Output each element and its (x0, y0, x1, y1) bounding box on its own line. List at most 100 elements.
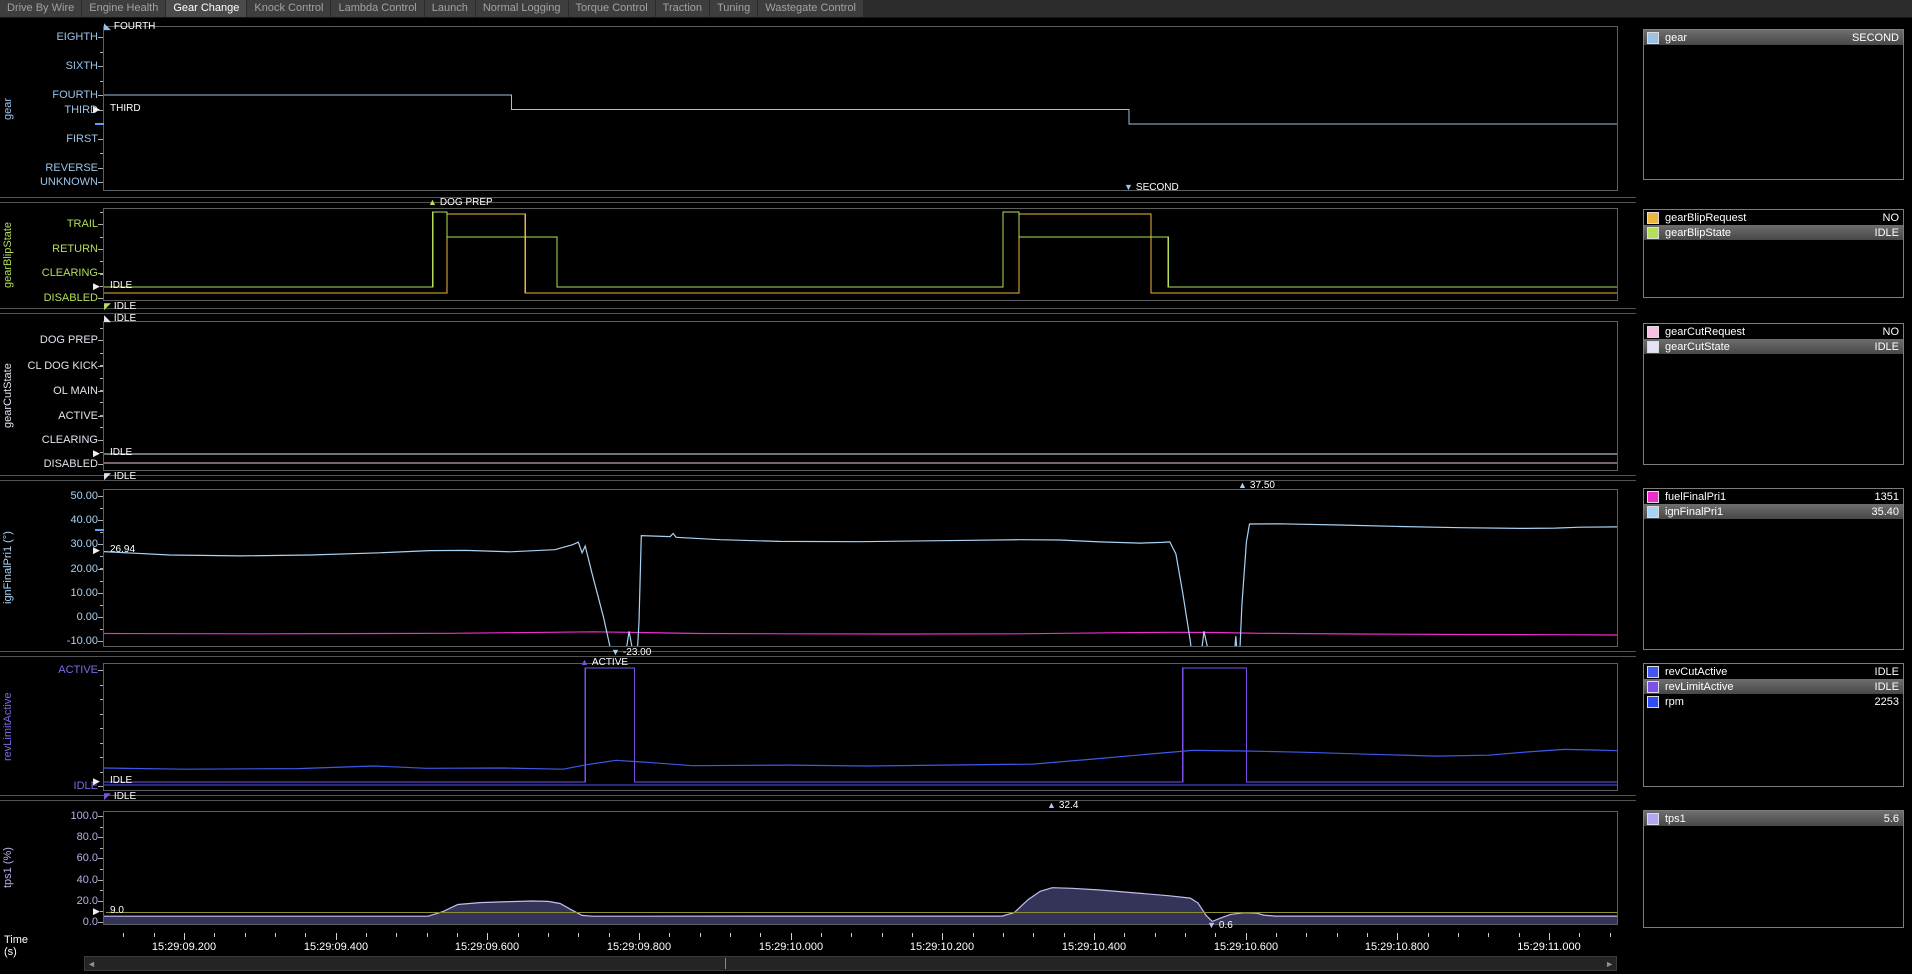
series-swatch-icon (1647, 813, 1659, 825)
tick-label-gear: REVERSE (14, 162, 98, 174)
plot-area-revLimitActive[interactable] (104, 664, 1617, 790)
tick-label-gearBlipState: DISABLED (14, 292, 98, 304)
plot-area-gearCutState[interactable] (104, 322, 1617, 470)
tick-label-gear: EIGHTH (14, 31, 98, 43)
legend-row-gearCutRequest[interactable]: gearCutRequestNO (1644, 324, 1903, 339)
tick-label-gearCutState: CLEARING (14, 434, 98, 446)
tick-label-gearCutState: CL DOG KICK (14, 360, 98, 372)
plot-area-ignFinalPri1[interactable] (104, 490, 1617, 646)
series-name: revCutActive (1665, 666, 1875, 678)
legend-row-gear[interactable]: gearSECOND (1644, 30, 1903, 45)
legend-row-gearBlipRequest[interactable]: gearBlipRequestNO (1644, 210, 1903, 225)
tab-knock-control[interactable]: Knock Control (247, 0, 330, 17)
series-name: gearBlipState (1665, 227, 1875, 239)
tab-normal-logging[interactable]: Normal Logging (476, 0, 568, 17)
min-marker-gearCutState: ◤IDLE (104, 471, 136, 482)
cursor-value-ignFinalPri1: 26.94 (110, 544, 135, 555)
legend-row-revCutActive[interactable]: revCutActiveIDLE (1644, 664, 1903, 679)
time-tick (214, 933, 215, 937)
time-tick (154, 933, 155, 937)
tab-torque-control[interactable]: Torque Control (569, 0, 655, 17)
series-name: tps1 (1665, 813, 1884, 825)
time-tick-label: 15:29:10.600 (1214, 941, 1278, 953)
tab-bar: Drive By WireEngine HealthGear ChangeKno… (0, 0, 1912, 18)
tab-drive-by-wire[interactable]: Drive By Wire (0, 0, 81, 17)
time-tick (1215, 933, 1216, 937)
tick-label-revLimitActive: IDLE (14, 780, 98, 792)
tab-engine-health[interactable]: Engine Health (82, 0, 165, 17)
app-window: Drive By WireEngine HealthGear ChangeKno… (0, 0, 1912, 974)
time-tick (487, 933, 488, 940)
current-value-tick (95, 123, 104, 125)
time-tick-label: 15:29:09.200 (152, 941, 216, 953)
time-tick-label: 15:29:09.600 (455, 941, 519, 953)
series-swatch-icon (1647, 341, 1659, 353)
time-tick (1488, 933, 1489, 937)
series-name: gearBlipRequest (1665, 212, 1883, 224)
time-tick (1337, 933, 1338, 937)
scrollbar-thumb-edge[interactable] (725, 958, 726, 969)
plot-area-gear[interactable] (104, 27, 1617, 190)
legend-row-ignFinalPri1[interactable]: ignFinalPri135.40 (1644, 504, 1903, 519)
panel-separator (0, 795, 1636, 801)
legend-row-revLimitActive[interactable]: revLimitActiveIDLE (1644, 679, 1903, 694)
axis-title-tps1: tps1 (%) (0, 812, 16, 924)
time-tick (1124, 933, 1125, 937)
series-value: NO (1883, 212, 1900, 224)
min-marker-revLimitActive: ◤IDLE (104, 791, 136, 802)
time-tick-label: 15:29:10.200 (910, 941, 974, 953)
scroll-left-icon[interactable]: ◄ (87, 958, 96, 971)
time-tick (336, 933, 337, 940)
time-tick (1003, 933, 1004, 937)
series-name: ignFinalPri1 (1665, 506, 1871, 518)
tab-gear-change[interactable]: Gear Change (166, 0, 246, 17)
tab-launch[interactable]: Launch (425, 0, 475, 17)
plot-area-tps1[interactable] (104, 812, 1617, 924)
time-tick (457, 933, 458, 937)
time-tick (1610, 933, 1611, 937)
horizontal-scrollbar[interactable]: ◄ ► (84, 956, 1617, 971)
series-value: SECOND (1852, 32, 1899, 44)
tick-label-gearCutState: OL MAIN (14, 385, 98, 397)
time-tick-label: 15:29:09.800 (607, 941, 671, 953)
tab-wastegate-control[interactable]: Wastegate Control (758, 0, 863, 17)
time-tick (396, 933, 397, 937)
tab-lambda-control[interactable]: Lambda Control (331, 0, 423, 17)
tick-label-gear: UNKNOWN (14, 176, 98, 188)
tab-traction[interactable]: Traction (656, 0, 709, 17)
cursor-arrow-revLimitActive: ▶ (93, 776, 100, 786)
tick-label-gearCutState: DISABLED (14, 458, 98, 470)
tick-label-tps1: 40.0 (14, 874, 98, 886)
time-tick (1458, 933, 1459, 937)
tick-label-gearCutState: DOG PREP (14, 334, 98, 346)
time-tick (305, 933, 306, 937)
legend-row-fuelFinalPri1[interactable]: fuelFinalPri11351 (1644, 489, 1903, 504)
plot-area-gearBlipState[interactable] (104, 209, 1617, 300)
panel-separator (0, 308, 1636, 314)
legend-row-rpm[interactable]: rpm2253 (1644, 694, 1903, 709)
series-swatch-icon (1647, 666, 1659, 678)
tick-label-tps1: 20.0 (14, 895, 98, 907)
time-tick (912, 933, 913, 937)
max-marker-revLimitActive: ▲ACTIVE (580, 657, 628, 668)
cursor-arrow-ignFinalPri1: ▶ (93, 545, 100, 555)
tick-label-gearCutState: ACTIVE (14, 410, 98, 422)
time-tick-label: 15:29:10.800 (1365, 941, 1429, 953)
legend-row-gearBlipState[interactable]: gearBlipStateIDLE (1644, 225, 1903, 240)
time-tick (1276, 933, 1277, 937)
series-value: 1351 (1875, 491, 1899, 503)
tick-label-gearBlipState: CLEARING (14, 267, 98, 279)
max-marker-tps1: ▲32.4 (1047, 800, 1078, 811)
time-tick (1397, 933, 1398, 940)
legend-row-tps1[interactable]: tps15.6 (1644, 811, 1903, 826)
time-tick (1033, 933, 1034, 937)
series-swatch-icon (1647, 681, 1659, 693)
cursor-arrow-gearCutState: ▶ (93, 448, 100, 458)
scroll-right-icon[interactable]: ► (1605, 958, 1614, 971)
time-tick (609, 933, 610, 937)
legend-row-gearCutState[interactable]: gearCutStateIDLE (1644, 339, 1903, 354)
time-tick (1155, 933, 1156, 937)
tick-label-ignFinalPri1: 40.00 (14, 514, 98, 526)
tick-label-gearBlipState: RETURN (14, 243, 98, 255)
tab-tuning[interactable]: Tuning (710, 0, 757, 17)
